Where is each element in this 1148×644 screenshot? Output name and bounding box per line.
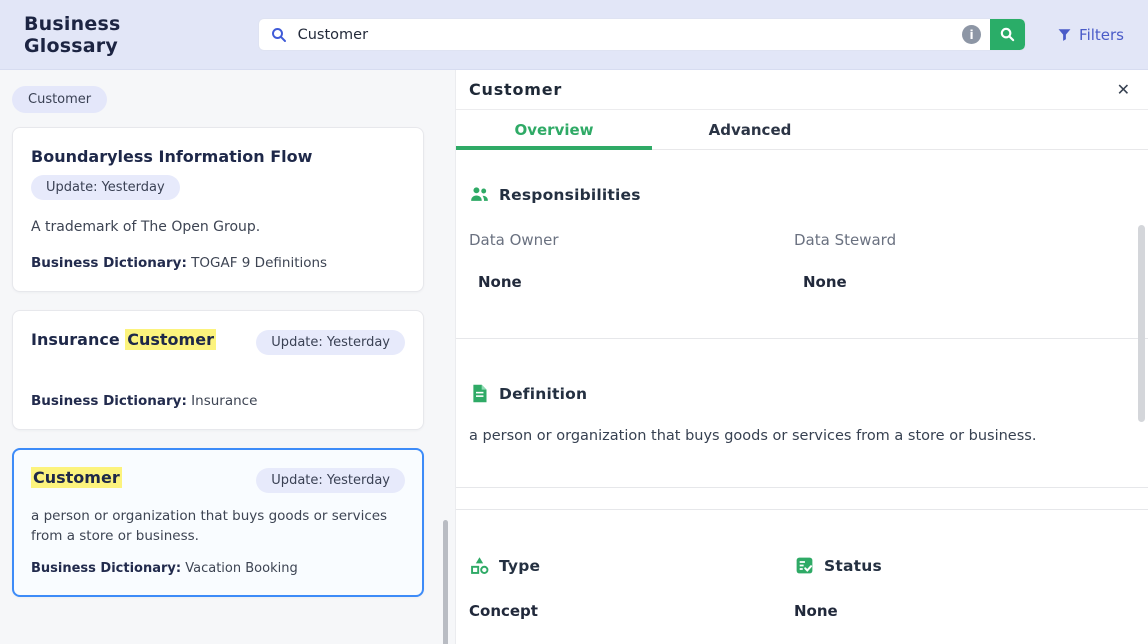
card-title: Boundaryless Information Flow bbox=[31, 147, 405, 166]
definition-section: Definition a person or organization that… bbox=[456, 383, 1148, 444]
search-results-panel: Customer Boundaryless Information Flow U… bbox=[0, 70, 455, 644]
card-title: Customer bbox=[31, 468, 122, 487]
dictionary-value: Vacation Booking bbox=[185, 561, 297, 576]
users-icon bbox=[469, 184, 490, 205]
detail-scrollbar-thumb[interactable] bbox=[1138, 225, 1145, 422]
close-icon[interactable]: ✕ bbox=[1117, 82, 1130, 98]
filters-label: Filters bbox=[1079, 26, 1124, 44]
dictionary-label: Business Dictionary: bbox=[31, 561, 181, 576]
card-head-row: Insurance Customer Update: Yesterday bbox=[31, 330, 405, 355]
update-badge: Update: Yesterday bbox=[256, 468, 405, 493]
search-button-icon bbox=[999, 26, 1016, 43]
results-scrollbar-thumb[interactable] bbox=[443, 520, 448, 644]
term-detail-panel: Customer ✕ Overview Advanced Responsibil… bbox=[455, 70, 1148, 644]
search-button[interactable] bbox=[990, 18, 1025, 51]
search-icon bbox=[270, 26, 288, 44]
section-divider bbox=[456, 338, 1148, 339]
card-dictionary: Business Dictionary: TOGAF 9 Definitions bbox=[31, 255, 405, 271]
dictionary-label: Business Dictionary: bbox=[31, 393, 187, 409]
shapes-icon bbox=[469, 555, 490, 576]
card-dictionary: Business Dictionary: Insurance bbox=[31, 393, 405, 409]
responsibilities-fields: Data Owner None Data Steward None bbox=[469, 205, 1128, 291]
search-bar: i bbox=[258, 18, 1026, 51]
dictionary-label: Business Dictionary: bbox=[31, 255, 187, 271]
status-value: None bbox=[794, 602, 1128, 620]
info-icon[interactable]: i bbox=[962, 25, 981, 44]
card-description: A trademark of The Open Group. bbox=[31, 217, 405, 237]
section-divider bbox=[456, 509, 1148, 510]
card-dictionary: Business Dictionary: Vacation Booking bbox=[31, 561, 405, 576]
type-heading: Type bbox=[469, 555, 794, 576]
detail-title: Customer bbox=[469, 80, 562, 99]
tab-overview[interactable]: Overview bbox=[456, 110, 652, 149]
data-owner-label: Data Owner bbox=[469, 231, 794, 249]
document-icon bbox=[469, 383, 490, 404]
search-highlight: Customer bbox=[125, 329, 216, 350]
detail-tabbar: Overview Advanced bbox=[456, 110, 1148, 150]
update-badge: Update: Yesterday bbox=[31, 175, 180, 200]
app-header: Business Glossary i Filters bbox=[0, 0, 1148, 70]
definition-body: a person or organization that buys goods… bbox=[469, 428, 1128, 444]
type-status-section: Type Concept Status bbox=[456, 555, 1148, 620]
page-title: Business Glossary bbox=[24, 13, 216, 57]
detail-titlebar: Customer ✕ bbox=[456, 70, 1148, 110]
result-card-insurance-customer[interactable]: Insurance Customer Update: Yesterday Bus… bbox=[12, 310, 424, 430]
data-steward-value: None bbox=[803, 273, 1128, 291]
detail-content: Responsibilities Data Owner None Data St… bbox=[456, 150, 1148, 620]
tab-advanced[interactable]: Advanced bbox=[652, 110, 848, 149]
update-badge: Update: Yesterday bbox=[256, 330, 405, 355]
data-steward-label: Data Steward bbox=[794, 231, 1128, 249]
dictionary-value: Insurance bbox=[191, 393, 257, 409]
filters-button[interactable]: Filters bbox=[1057, 26, 1124, 44]
dictionary-value: TOGAF 9 Definitions bbox=[191, 255, 327, 271]
search-input[interactable] bbox=[288, 19, 962, 50]
update-badge-wrap: Update: Yesterday bbox=[31, 175, 405, 200]
responsibilities-section: Responsibilities Data Owner None Data St… bbox=[456, 150, 1148, 291]
responsibilities-heading: Responsibilities bbox=[469, 184, 1128, 205]
definition-heading: Definition bbox=[469, 383, 1128, 404]
checklist-icon bbox=[794, 555, 815, 576]
card-description: a person or organization that buys goods… bbox=[31, 507, 405, 546]
data-owner-value: None bbox=[478, 273, 794, 291]
search-highlight: Customer bbox=[31, 467, 122, 488]
section-divider bbox=[456, 487, 1148, 488]
card-title: Insurance Customer bbox=[31, 330, 216, 349]
type-value: Concept bbox=[469, 602, 794, 620]
status-heading: Status bbox=[794, 555, 1128, 576]
result-card-boundaryless-information-flow[interactable]: Boundaryless Information Flow Update: Ye… bbox=[12, 127, 424, 292]
filter-funnel-icon bbox=[1057, 27, 1072, 42]
search-term-chip[interactable]: Customer bbox=[12, 86, 107, 113]
result-card-customer[interactable]: Customer Update: Yesterday a person or o… bbox=[12, 448, 424, 597]
card-head-row: Customer Update: Yesterday bbox=[31, 468, 405, 493]
